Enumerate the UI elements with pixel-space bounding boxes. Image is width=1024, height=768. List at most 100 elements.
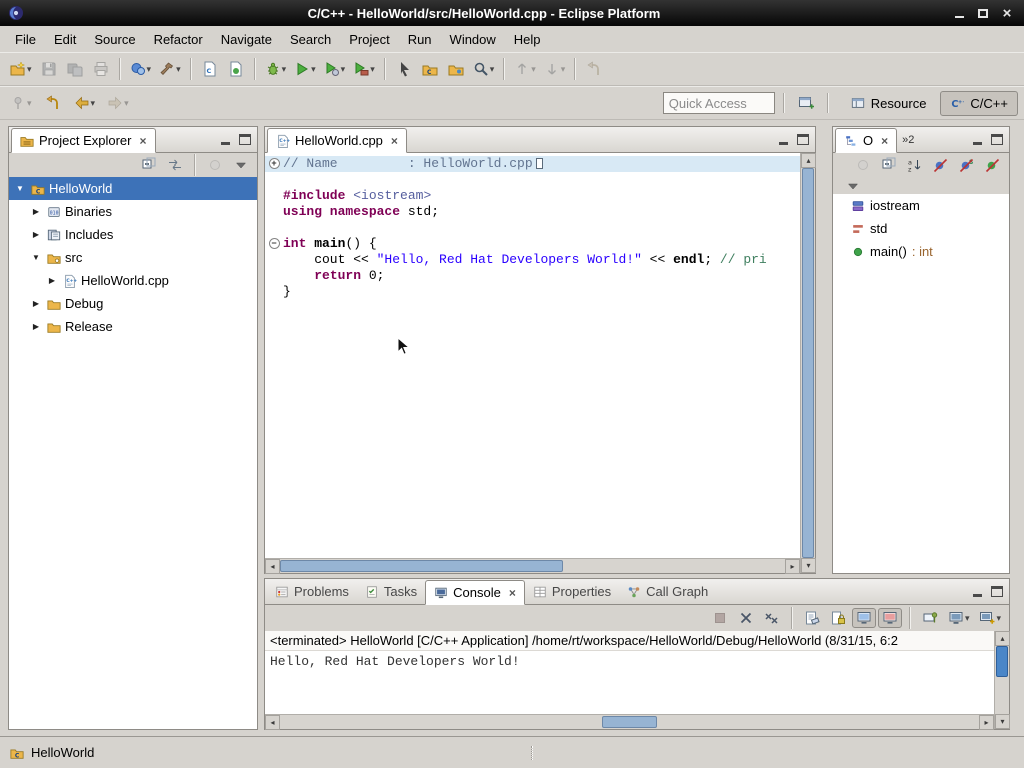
expand-arrow-icon[interactable]: ▶ (29, 230, 43, 239)
scrollbar-track[interactable] (280, 715, 979, 729)
minimize-panel-button[interactable] (971, 134, 984, 145)
code-line-9[interactable]: } (265, 284, 800, 300)
new-source-file-button[interactable]: C (197, 56, 223, 82)
tab-call-graph[interactable]: Call Graph (619, 579, 716, 604)
tab-tasks[interactable]: Tasks (357, 579, 425, 604)
remove-all-launches-button[interactable] (760, 608, 784, 628)
profile-button[interactable]: ▾ (320, 56, 350, 82)
new-class-button[interactable] (223, 56, 249, 82)
open-element-button[interactable]: C (417, 56, 443, 82)
code-editor[interactable]: +// Name : HelloWorld.cpp#include <iostr… (265, 153, 800, 558)
resource-perspective-button[interactable]: Resource (841, 91, 937, 116)
view-menu-button[interactable] (229, 155, 253, 175)
tree-item-release[interactable]: ▶Release (9, 315, 257, 338)
minimize-panel-button[interactable] (971, 586, 984, 597)
dropdown-arrow[interactable]: ▾ (996, 613, 1001, 624)
menu-search[interactable]: Search (281, 29, 340, 50)
console-output[interactable]: Hello, Red Hat Developers World! (265, 651, 994, 714)
scrollbar-thumb[interactable] (602, 716, 658, 728)
tree-item-debug[interactable]: ▶Debug (9, 292, 257, 315)
editor-vertical-scrollbar[interactable]: ▴ ▾ (800, 153, 815, 573)
maximize-panel-button[interactable] (239, 134, 252, 145)
tab-outline[interactable]: O × (835, 128, 897, 153)
close-tab-button[interactable]: × (391, 134, 398, 148)
dropdown-arrow[interactable]: ▾ (965, 613, 970, 624)
dropdown-arrow[interactable]: ▾ (370, 64, 375, 75)
new-task-button[interactable]: ▾ (126, 56, 156, 82)
scroll-left-button[interactable]: ◂ (265, 715, 280, 730)
dropdown-arrow[interactable]: ▾ (311, 64, 316, 75)
maximize-panel-button[interactable] (991, 586, 1004, 597)
scrollbar-thumb[interactable] (280, 560, 563, 572)
back-button[interactable]: ▾ (70, 90, 100, 116)
scroll-down-button[interactable]: ▾ (801, 558, 816, 573)
tree-item-helloworld-cpp[interactable]: ▶C++HelloWorld.cpp (9, 269, 257, 292)
tab-problems[interactable]: Problems (267, 579, 357, 604)
show-stderr-toggle[interactable] (878, 608, 902, 628)
minimize-panel-button[interactable] (219, 134, 232, 145)
dropdown-arrow[interactable]: ▾ (124, 98, 129, 109)
scrollbar-thumb[interactable] (996, 646, 1008, 677)
scroll-left-button[interactable]: ◂ (265, 559, 280, 574)
scroll-down-button[interactable]: ▾ (995, 714, 1010, 729)
cpp-perspective-button[interactable]: C++C/C++ (940, 91, 1018, 116)
scrollbar-track[interactable] (280, 559, 785, 573)
link-with-editor-button[interactable] (163, 155, 187, 175)
open-perspective-button[interactable] (793, 90, 819, 116)
dropdown-arrow[interactable]: ▾ (176, 64, 181, 75)
new-wizard-button[interactable]: ▾ (6, 56, 36, 82)
maximize-panel-button[interactable] (991, 134, 1004, 145)
code-line-7[interactable]: cout << "Hello, Red Hat Developers World… (265, 252, 800, 268)
menu-source[interactable]: Source (85, 29, 144, 50)
code-line-4[interactable]: using namespace std; (265, 204, 800, 220)
run-button[interactable]: ▾ (290, 56, 320, 82)
menu-file[interactable]: File (6, 29, 45, 50)
tree-item-src[interactable]: ▼src (9, 246, 257, 269)
menu-help[interactable]: Help (505, 29, 550, 50)
tab-project-explorer[interactable]: Project Explorer × (11, 128, 156, 153)
pin-console-button[interactable] (918, 608, 942, 628)
folded-region-indicator[interactable] (536, 158, 543, 169)
code-line-5[interactable] (265, 220, 800, 236)
outline-item-iostream[interactable]: iostream (833, 194, 1009, 217)
debug-button[interactable]: ▾ (261, 56, 291, 82)
hidden-tabs-button[interactable]: »2 (897, 134, 919, 146)
maximize-panel-button[interactable] (797, 134, 810, 145)
scrollbar-thumb[interactable] (802, 168, 814, 558)
display-console-button[interactable]: ▾ (944, 608, 974, 628)
dropdown-arrow[interactable]: ▾ (561, 64, 566, 75)
external-tools-button[interactable]: ▾ (349, 56, 379, 82)
outline-view-menu-button[interactable] (841, 176, 865, 196)
hide-static-button[interactable]: S (955, 155, 979, 175)
open-console-button[interactable]: ▾ (975, 608, 1005, 628)
minimize-panel-button[interactable] (777, 134, 790, 145)
expand-arrow-icon[interactable]: ▶ (45, 276, 59, 285)
editor-horizontal-scrollbar[interactable]: ◂ ▸ (265, 558, 800, 573)
scroll-lock-button[interactable] (826, 608, 850, 628)
outline-item-std[interactable]: std (833, 217, 1009, 240)
console-vertical-scrollbar[interactable]: ▴ ▾ (994, 631, 1009, 729)
sort-button[interactable]: az (903, 155, 927, 175)
dropdown-arrow[interactable]: ▾ (147, 64, 152, 75)
outline-item-main[interactable]: main() : int (833, 240, 1009, 263)
dropdown-arrow[interactable]: ▾ (27, 98, 32, 109)
scroll-right-button[interactable]: ▸ (979, 715, 994, 730)
dropdown-arrow[interactable]: ▾ (341, 64, 346, 75)
dropdown-arrow[interactable]: ▾ (490, 64, 495, 75)
close-tab-button[interactable]: × (881, 134, 888, 148)
dropdown-arrow[interactable]: ▾ (27, 64, 32, 75)
expand-arrow-icon[interactable]: ▶ (29, 299, 43, 308)
code-line-6[interactable]: −int main() { (265, 236, 800, 252)
close-tab-button[interactable]: × (139, 134, 146, 148)
last-edit-location-button[interactable] (40, 90, 66, 116)
open-resource-button[interactable] (443, 56, 469, 82)
search-button[interactable]: ▾ (469, 56, 499, 82)
menu-navigate[interactable]: Navigate (212, 29, 281, 50)
collapse-all-button[interactable] (877, 155, 901, 175)
tree-item-helloworld[interactable]: ▼CHelloWorld (9, 177, 257, 200)
quick-access-input[interactable] (663, 92, 775, 114)
collapse-all-button[interactable] (137, 155, 161, 175)
dropdown-arrow[interactable]: ▾ (531, 64, 536, 75)
expand-arrow-icon[interactable]: ▼ (29, 253, 43, 262)
show-stdout-toggle[interactable] (852, 608, 876, 628)
